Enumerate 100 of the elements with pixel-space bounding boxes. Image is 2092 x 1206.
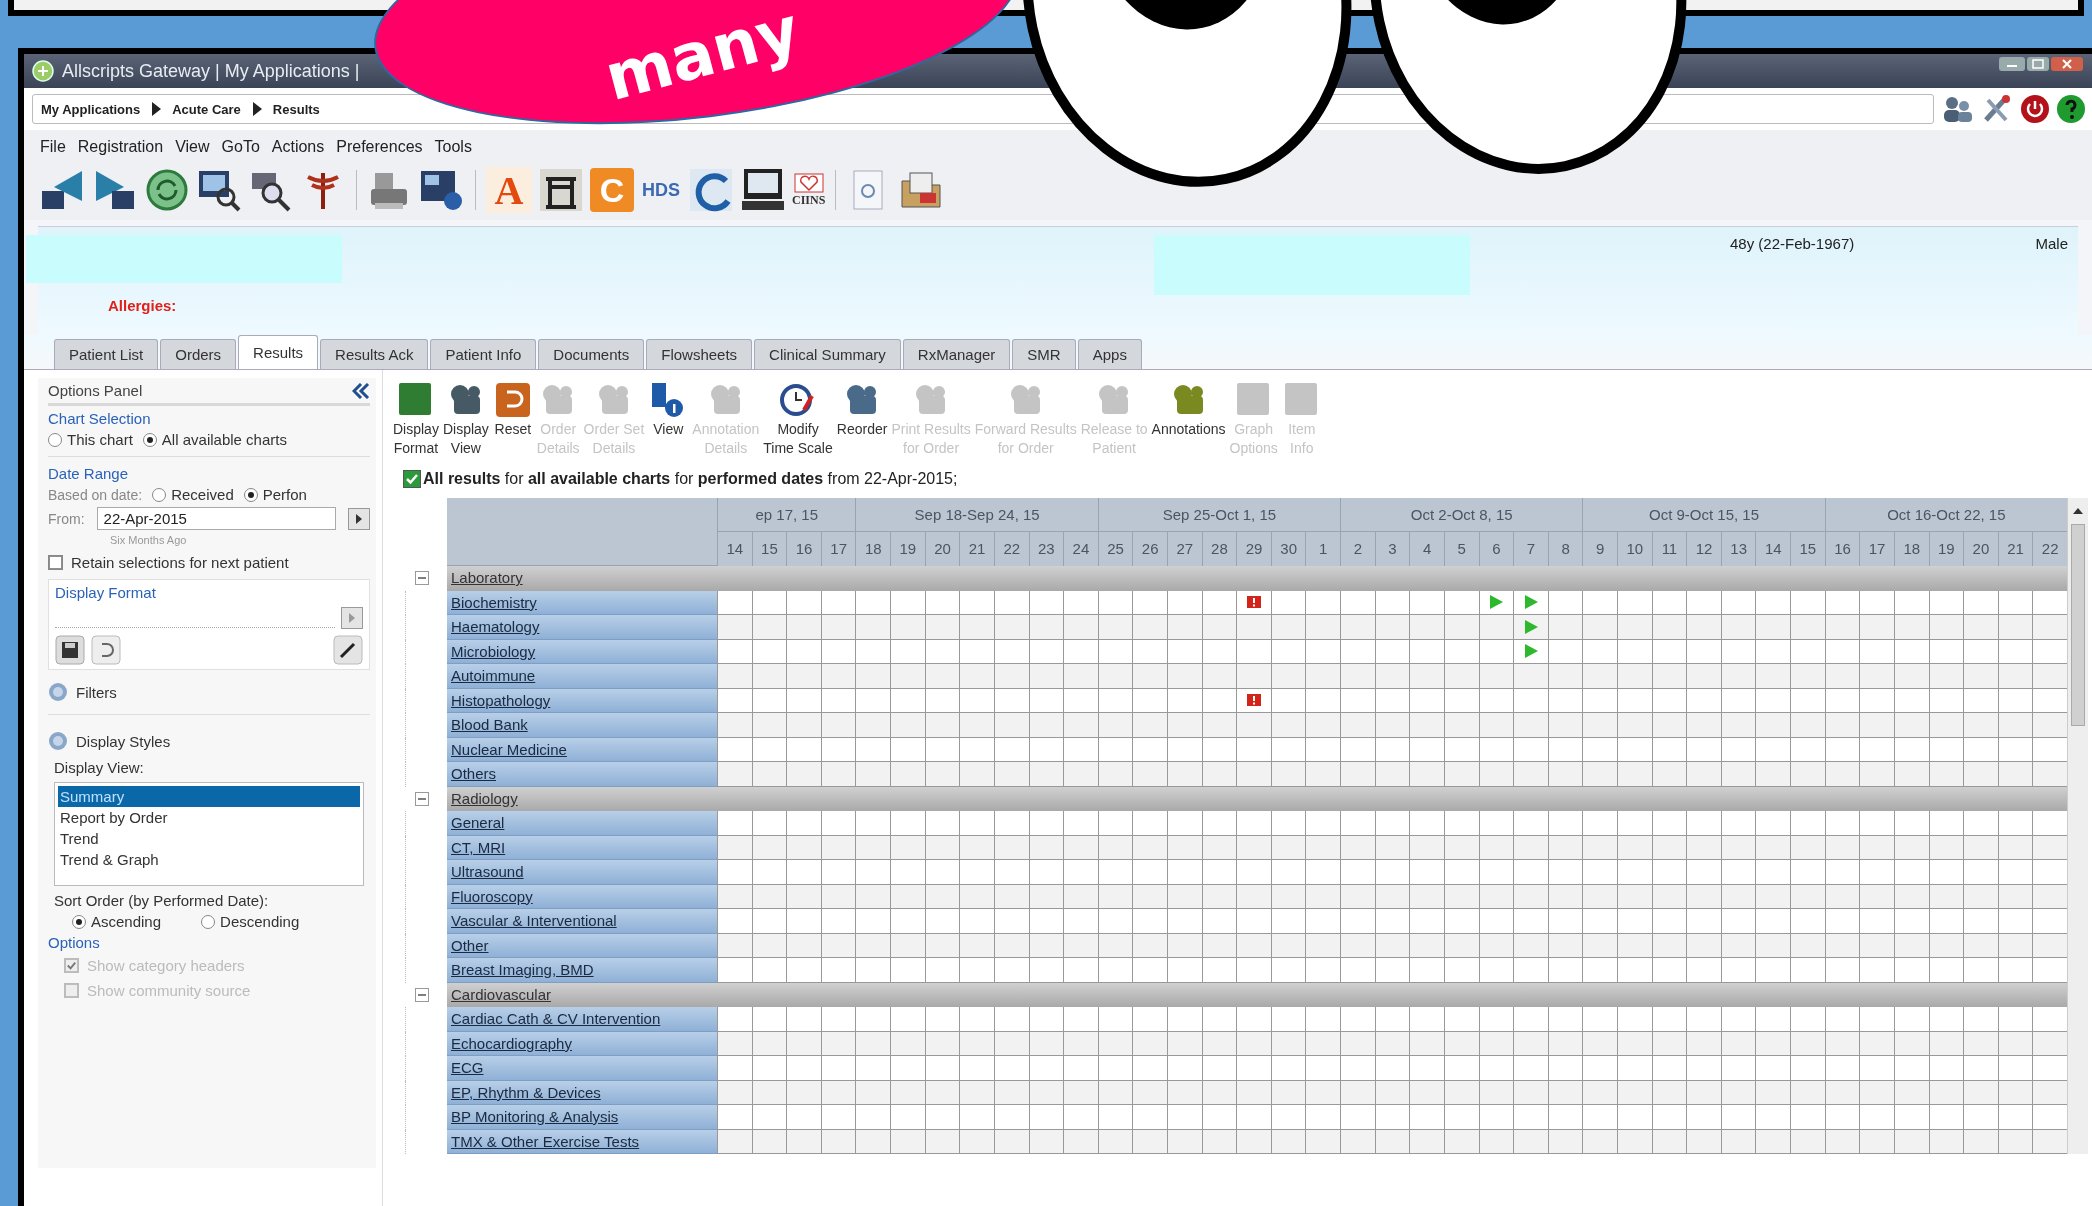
- play-icon[interactable]: [1522, 594, 1539, 611]
- row-label[interactable]: Echocardiography: [447, 1031, 717, 1056]
- toolbar-icon[interactable]: [740, 167, 786, 213]
- radio-option[interactable]: Received: [152, 486, 234, 503]
- toolbar-button[interactable]: Modify Time Scale: [763, 380, 833, 458]
- flag-icon[interactable]: [1246, 693, 1263, 708]
- row-label[interactable]: Blood Bank: [447, 713, 717, 738]
- list-item[interactable]: Summary: [58, 786, 360, 807]
- power-icon[interactable]: [2020, 94, 2050, 124]
- menu-item[interactable]: Tools: [434, 138, 472, 156]
- arrow-button-icon[interactable]: [348, 507, 370, 530]
- toolbar-button[interactable]: Display Format: [393, 380, 439, 458]
- menu-item[interactable]: Preferences: [336, 138, 423, 156]
- row-label[interactable]: BP Monitoring & Analysis: [447, 1105, 717, 1130]
- menu-item[interactable]: Actions: [271, 138, 325, 156]
- row-label[interactable]: Fluoroscopy: [447, 884, 717, 909]
- tab[interactable]: Results: [238, 335, 319, 369]
- tab[interactable]: Patient Info: [430, 339, 537, 369]
- help-icon[interactable]: [2056, 94, 2086, 124]
- list-item[interactable]: Trend & Graph: [58, 849, 360, 870]
- toolbar-button[interactable]: Reset: [492, 380, 533, 439]
- collapse-icon[interactable]: [415, 791, 429, 806]
- play-icon[interactable]: [1522, 643, 1539, 660]
- tab[interactable]: Flowsheets: [646, 339, 753, 369]
- checkbox-icon[interactable]: [48, 555, 63, 570]
- breadcrumb-link[interactable]: Acute Care: [172, 101, 241, 117]
- row-label[interactable]: Nuclear Medicine: [447, 737, 717, 762]
- list-item[interactable]: Trend: [58, 828, 360, 849]
- tab[interactable]: Results Ack: [320, 339, 429, 369]
- row-label[interactable]: CT, MRI: [447, 835, 717, 860]
- flag-icon[interactable]: [1246, 595, 1263, 610]
- section-label[interactable]: Filters: [76, 683, 117, 701]
- expand-icon[interactable]: [48, 731, 68, 751]
- category-row[interactable]: Cardiovascular: [447, 982, 2067, 1007]
- menu-item[interactable]: GoTo: [221, 138, 260, 156]
- row-label[interactable]: Histopathology: [447, 688, 717, 713]
- toolbar-button[interactable]: Reorder: [836, 380, 888, 439]
- toolbar-button[interactable]: Display View: [442, 380, 489, 458]
- toolbar-icon[interactable]: [144, 167, 190, 213]
- play-icon[interactable]: [1522, 618, 1539, 635]
- menu-item[interactable]: Registration: [77, 138, 164, 156]
- tab[interactable]: RxManager: [902, 339, 1011, 369]
- tab[interactable]: Patient List: [54, 339, 159, 369]
- toolbar-button[interactable]: A: [486, 167, 532, 213]
- save-icon[interactable]: [55, 635, 85, 665]
- radio-option[interactable]: This chart: [48, 431, 133, 448]
- tab[interactable]: Apps: [1077, 339, 1142, 369]
- row-label[interactable]: Biochemistry: [447, 590, 717, 615]
- minimize-icon[interactable]: [1998, 56, 2026, 72]
- menu-item[interactable]: File: [40, 138, 66, 156]
- breadcrumb-link[interactable]: Results: [272, 101, 320, 117]
- play-icon[interactable]: [1488, 594, 1505, 611]
- toolbar-button[interactable]: HDS: [640, 179, 682, 201]
- row-label[interactable]: Cardiac Cath & CV Intervention: [447, 1007, 717, 1032]
- checkbox-icon[interactable]: [403, 470, 421, 488]
- toolbar-button[interactable]: View: [648, 380, 689, 439]
- radio-option[interactable]: Ascending: [72, 913, 162, 930]
- radio-option[interactable]: Perfon: [243, 486, 307, 503]
- category-row[interactable]: Radiology: [447, 786, 2067, 811]
- column-header: 9: [1582, 532, 1617, 566]
- radio-option[interactable]: Descending: [201, 913, 300, 930]
- scroll-thumb[interactable]: [2071, 524, 2085, 726]
- category-row[interactable]: Laboratory: [447, 566, 2067, 591]
- date-field[interactable]: 22-Apr-2015: [96, 507, 336, 530]
- list-item[interactable]: Report by Order: [58, 807, 360, 828]
- row-label[interactable]: Others: [447, 762, 717, 787]
- row-label[interactable]: ECG: [447, 1056, 717, 1081]
- row-label[interactable]: Vascular & Interventional: [447, 909, 717, 934]
- checkbox-option[interactable]: Retain selections for next patient: [48, 554, 370, 571]
- breadcrumb-link[interactable]: My Applications: [41, 101, 141, 117]
- row-label[interactable]: EP, Rhythm & Devices: [447, 1080, 717, 1105]
- tab[interactable]: Documents: [538, 339, 645, 369]
- column-header: 14: [1755, 532, 1791, 566]
- maximize-icon[interactable]: [2026, 56, 2050, 72]
- row-label[interactable]: Autoimmune: [447, 664, 717, 689]
- toolbar-button[interactable]: Annotations: [1151, 380, 1226, 439]
- toolbar-icon[interactable]: [538, 167, 584, 213]
- row-label[interactable]: Breast Imaging, BMD: [447, 958, 717, 983]
- collapse-icon[interactable]: [415, 571, 429, 586]
- row-label[interactable]: Microbiology: [447, 639, 717, 664]
- toolbar-button[interactable]: CIINS: [792, 172, 826, 208]
- undo-icon[interactable]: [91, 635, 121, 665]
- tab[interactable]: Clinical Summary: [754, 339, 901, 369]
- collapse-icon[interactable]: [352, 382, 370, 399]
- section-label[interactable]: Display Styles: [76, 732, 171, 750]
- tab[interactable]: Orders: [160, 339, 237, 369]
- menu-item[interactable]: View: [175, 138, 210, 156]
- row-label[interactable]: General: [447, 811, 717, 836]
- close-icon[interactable]: [2050, 56, 2084, 72]
- allergies-label: Allergies:: [108, 297, 178, 314]
- radio-option[interactable]: All available charts: [142, 431, 287, 448]
- tab[interactable]: SMR: [1012, 339, 1076, 369]
- expand-icon[interactable]: [48, 682, 68, 702]
- row-label[interactable]: TMX & Other Exercise Tests: [447, 1129, 717, 1154]
- scroll-bar[interactable]: [2067, 498, 2088, 1154]
- pencil-icon[interactable]: [333, 635, 363, 665]
- row-label[interactable]: Other: [447, 933, 717, 958]
- row-label[interactable]: Haematology: [447, 615, 717, 640]
- collapse-icon[interactable]: [415, 987, 429, 1002]
- row-label[interactable]: Ultrasound: [447, 860, 717, 885]
